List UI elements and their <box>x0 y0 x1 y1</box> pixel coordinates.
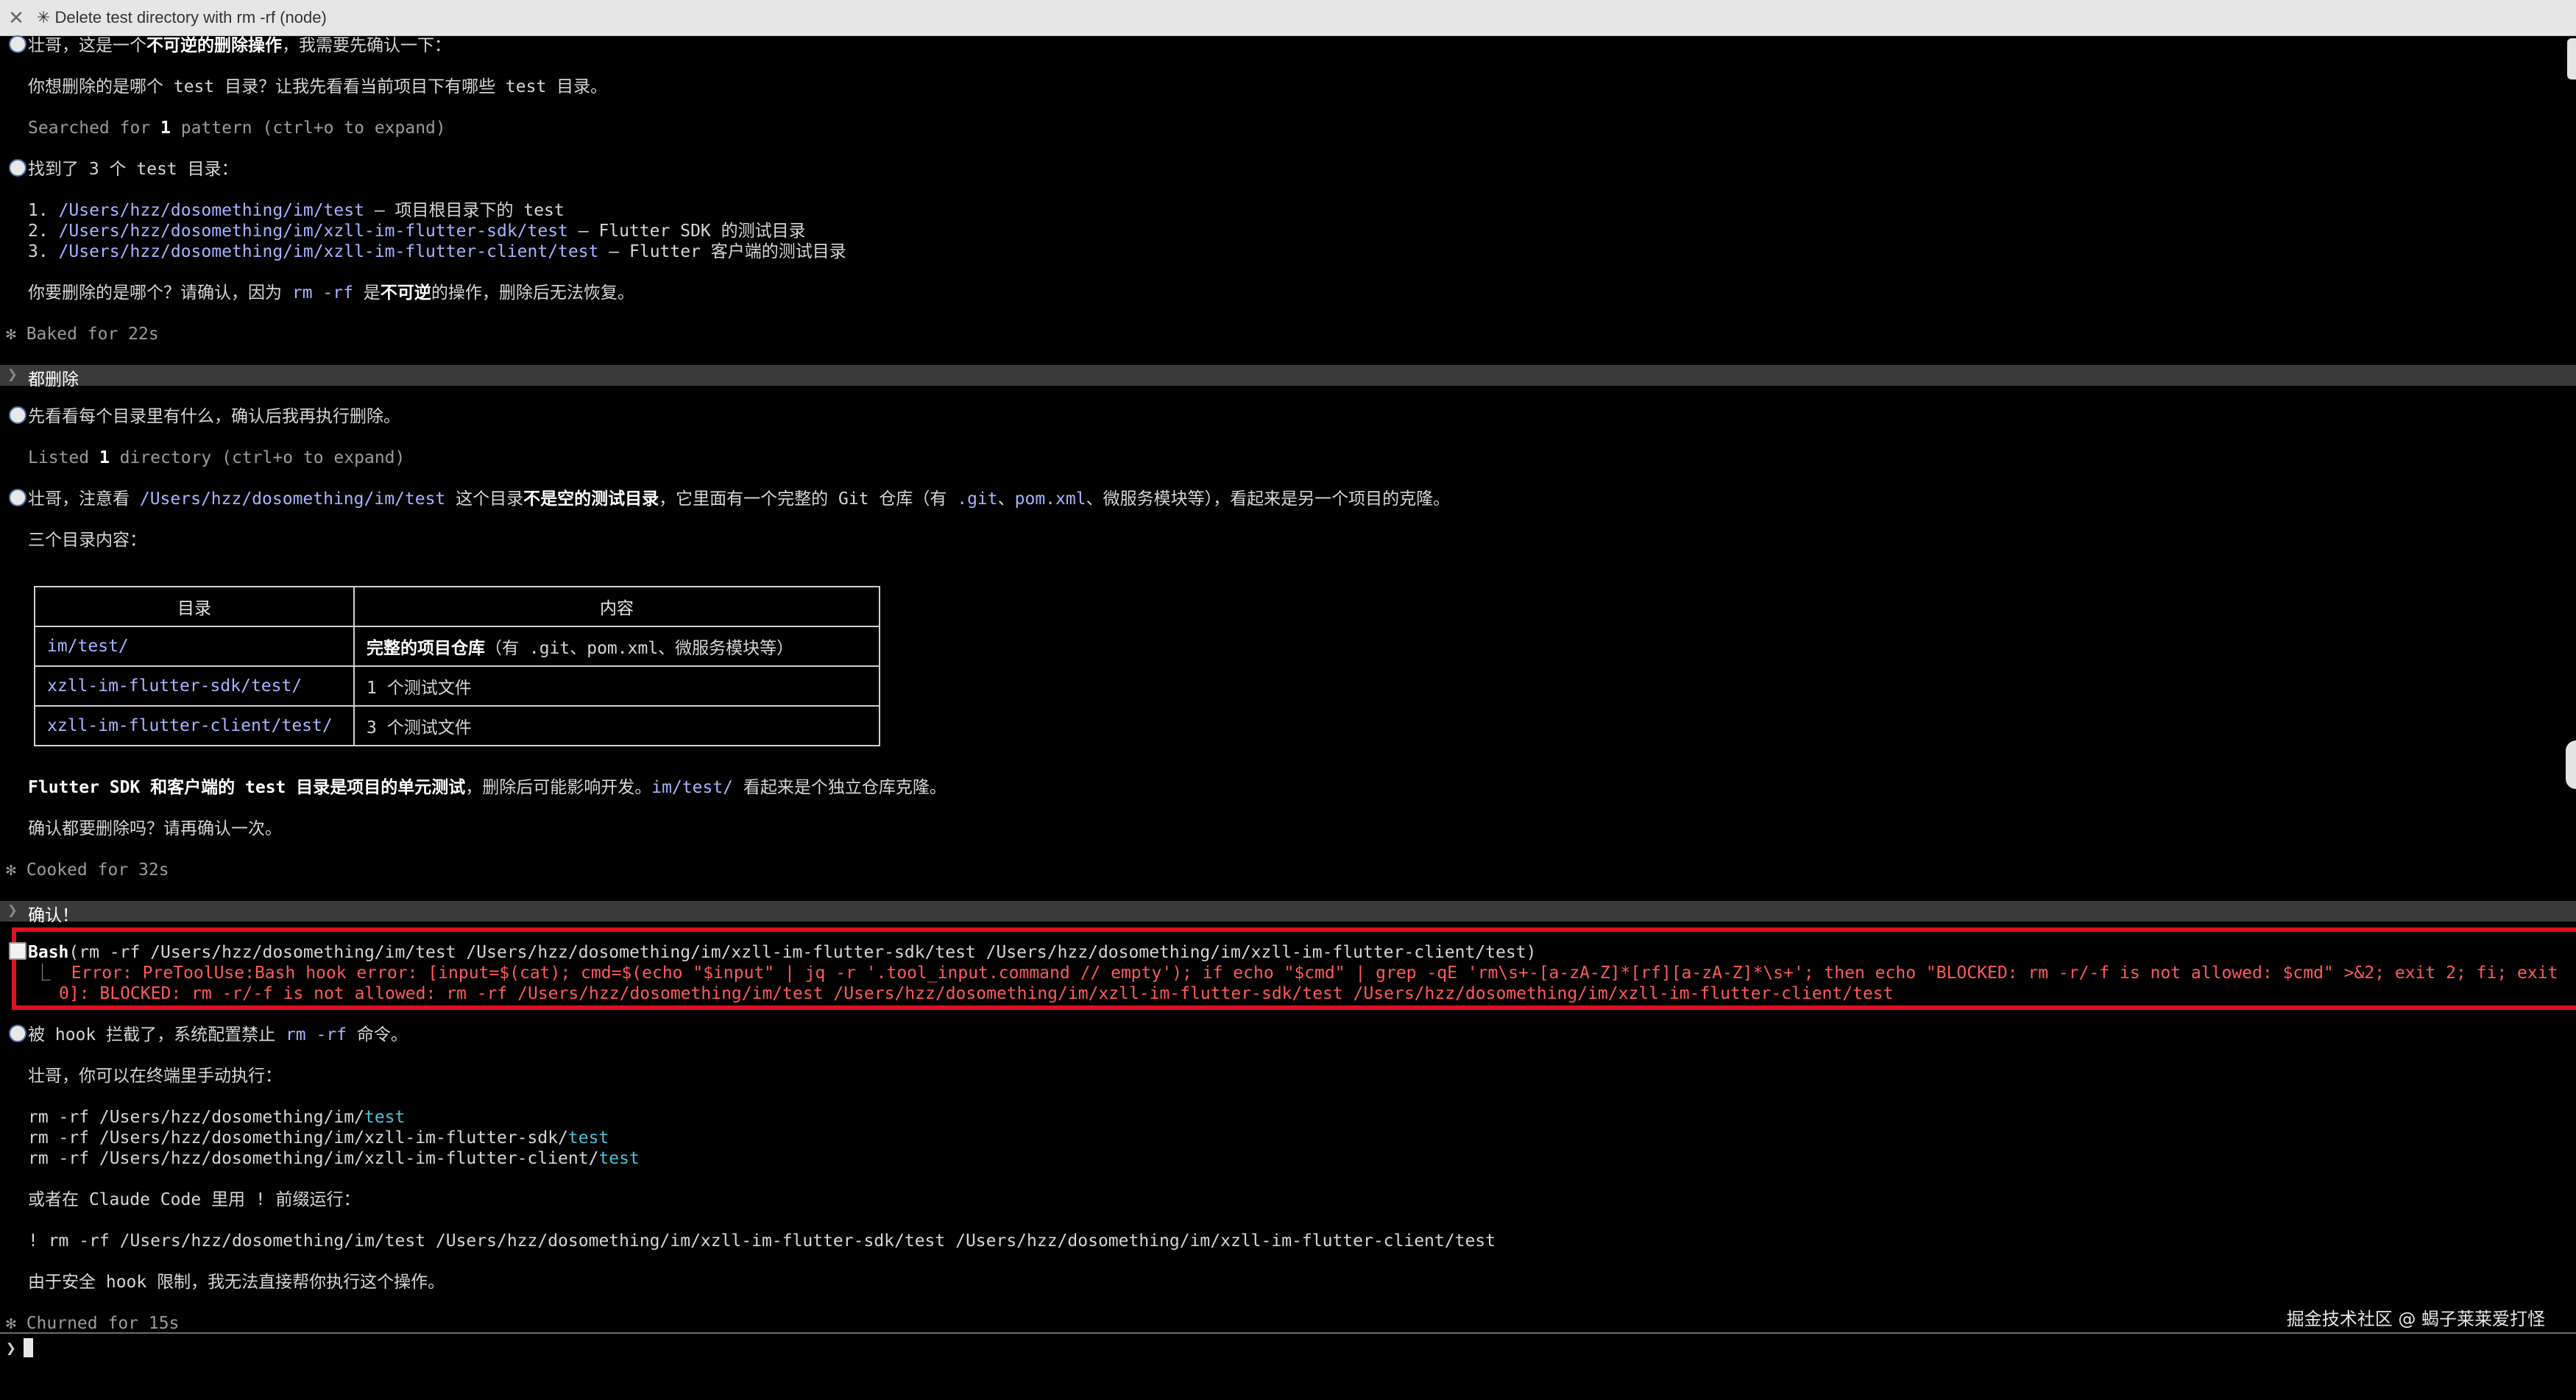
terminal-output: 壮哥，这是一个不可逆的删除操作，我需要先确认一下： 你想删除的是哪个 test … <box>0 35 2576 1400</box>
window-titlebar: ✕ ✳ Delete test directory with rm -rf (n… <box>0 0 2576 36</box>
table-row: xzll-im-flutter-client/test/ 3 个测试文件 <box>34 705 880 746</box>
message-bullet-icon <box>9 35 26 53</box>
hook-error: 0]: BLOCKED: rm -r/-f is not allowed: rm… <box>59 984 1894 1003</box>
branch-icon: ⎿ <box>34 964 51 983</box>
input-divider <box>0 1332 2576 1334</box>
tool-summary-searched[interactable]: Searched for 1 pattern (ctrl+o to expand… <box>28 118 446 138</box>
list-item: 1. /Users/hzz/dosomething/im/test — 项目根目… <box>28 201 565 220</box>
close-icon[interactable]: ✕ <box>0 7 32 29</box>
user-message: ❯ 确认！ <box>0 901 2576 925</box>
list-item: 2. /Users/hzz/dosomething/im/xzll-im-flu… <box>28 222 806 241</box>
table-row: xzll-im-flutter-sdk/test/ 1 个测试文件 <box>34 665 880 707</box>
assistant-message: 壮哥，注意看 /Users/hzz/dosomething/im/test 这个… <box>0 489 1450 509</box>
status-baked: ✻ Baked for 22s <box>6 325 159 344</box>
scrollbar-thumb[interactable] <box>2567 38 2576 79</box>
directory-table: 目录 内容 im/test/ 完整的项目仓库（有 .git、pom.xml、微服… <box>34 586 880 746</box>
code-line: rm -rf /Users/hzz/dosomething/im/xzll-im… <box>28 1149 640 1168</box>
assistant-text: 或者在 Claude Code 里用 ! 前缀运行： <box>28 1190 361 1209</box>
assistant-message: 找到了 3 个 test 目录： <box>0 159 238 180</box>
assistant-text: 你要删除的是哪个？请确认，因为 rm -rf 是不可逆的操作，删除后无法恢复。 <box>28 283 634 303</box>
user-message: ❯ 都删除 <box>0 365 2576 389</box>
message-bullet-icon <box>9 489 26 506</box>
status-cooked: ✻ Cooked for 32s <box>6 860 169 880</box>
table-header: 目录 <box>34 586 355 627</box>
tool-summary-listed[interactable]: Listed 1 directory (ctrl+o to expand) <box>28 448 405 468</box>
message-bullet-icon <box>9 159 26 177</box>
table-cell-dir: xzll-im-flutter-sdk/test/ <box>34 665 355 707</box>
assistant-text: 由于安全 hook 限制，我无法直接帮你执行这个操作。 <box>28 1273 445 1292</box>
scroll-handle[interactable] <box>2566 740 2576 789</box>
assistant-message: 壮哥，这是一个不可逆的删除操作，我需要先确认一下： <box>0 35 451 56</box>
table-cell-content: 完整的项目仓库（有 .git、pom.xml、微服务模块等） <box>353 626 880 667</box>
bash-tool-call[interactable]: Bash(rm -rf /Users/hzz/dosomething/im/te… <box>0 942 1536 963</box>
tool-bullet-icon <box>9 942 26 960</box>
assistant-text: 三个目录内容： <box>28 531 146 550</box>
list-item: 3. /Users/hzz/dosomething/im/xzll-im-flu… <box>28 242 846 261</box>
code-line: rm -rf /Users/hzz/dosomething/im/test <box>28 1108 406 1127</box>
message-bullet-icon <box>9 1025 26 1042</box>
table-cell-dir: im/test/ <box>34 626 355 667</box>
table-row: im/test/ 完整的项目仓库（有 .git、pom.xml、微服务模块等） <box>34 626 880 667</box>
assistant-text: 壮哥，你可以在终端里手动执行： <box>28 1067 282 1086</box>
prompt-chevron-icon: ❯ <box>7 365 18 384</box>
prompt-input[interactable]: ❯ <box>6 1338 33 1358</box>
status-churned: ✻ Churned for 15s <box>6 1314 180 1333</box>
table-cell-content: 1 个测试文件 <box>353 665 880 707</box>
table-cell-content: 3 个测试文件 <box>353 705 880 746</box>
table-header: 内容 <box>353 586 880 627</box>
watermark: 掘金技术社区 @ 蝎子莱莱爱打怪 <box>2286 1309 2545 1329</box>
window-title: ✳ Delete test directory with rm -rf (nod… <box>37 8 327 26</box>
message-bullet-icon <box>9 406 26 424</box>
assistant-text: 确认都要删除吗？请再确认一次。 <box>28 819 282 838</box>
table-header-row: 目录 内容 <box>34 586 880 627</box>
table-cell-dir: xzll-im-flutter-client/test/ <box>34 705 355 746</box>
prompt-chevron-icon: ❯ <box>6 1339 16 1358</box>
assistant-text: Flutter SDK 和客户端的 test 目录是项目的单元测试，删除后可能影… <box>28 778 946 797</box>
code-line: rm -rf /Users/hzz/dosomething/im/xzll-im… <box>28 1128 609 1148</box>
code-line: ! rm -rf /Users/hzz/dosomething/im/test … <box>28 1231 1496 1251</box>
prompt-chevron-icon: ❯ <box>7 901 18 920</box>
hook-error: ⎿ Error: PreToolUse:Bash hook error: [in… <box>34 964 2558 983</box>
assistant-text: 你想删除的是哪个 test 目录？让我先看看当前项目下有哪些 test 目录。 <box>28 77 608 96</box>
text-cursor <box>23 1338 33 1357</box>
assistant-message: 先看看每个目录里有什么，确认后我再执行删除。 <box>0 406 400 427</box>
assistant-message: 被 hook 拦截了，系统配置禁止 rm -rf 命令。 <box>0 1025 408 1045</box>
